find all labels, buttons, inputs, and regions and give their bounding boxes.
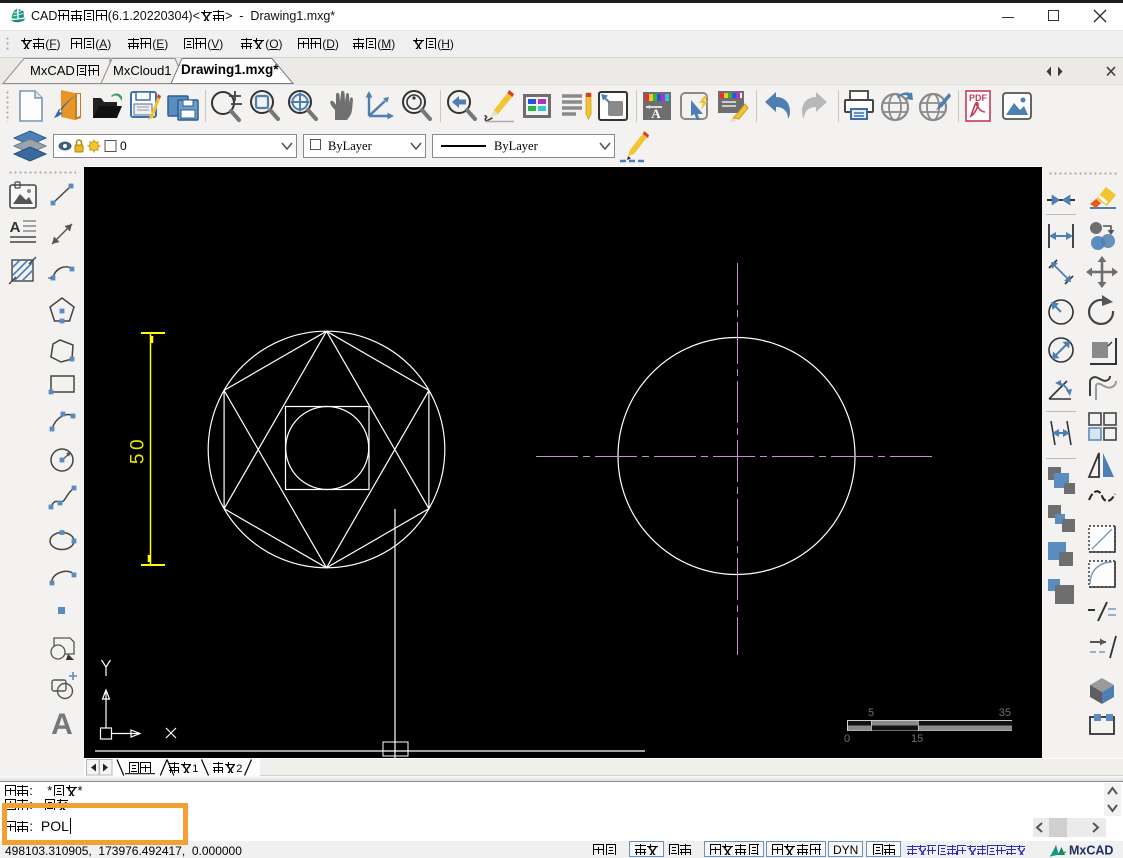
svg-text:A: A <box>51 708 73 739</box>
svg-text:5: 5 <box>868 707 874 719</box>
svg-text:MxCAD: MxCAD <box>1069 844 1113 858</box>
svg-text:0: 0 <box>844 733 850 745</box>
svg-text:A: A <box>651 106 661 121</box>
svg-text:A: A <box>10 219 21 236</box>
svg-text:35: 35 <box>999 707 1011 719</box>
svg-text:50: 50 <box>128 436 149 464</box>
svg-text:15: 15 <box>911 733 923 745</box>
svg-text:PDF: PDF <box>969 93 988 103</box>
